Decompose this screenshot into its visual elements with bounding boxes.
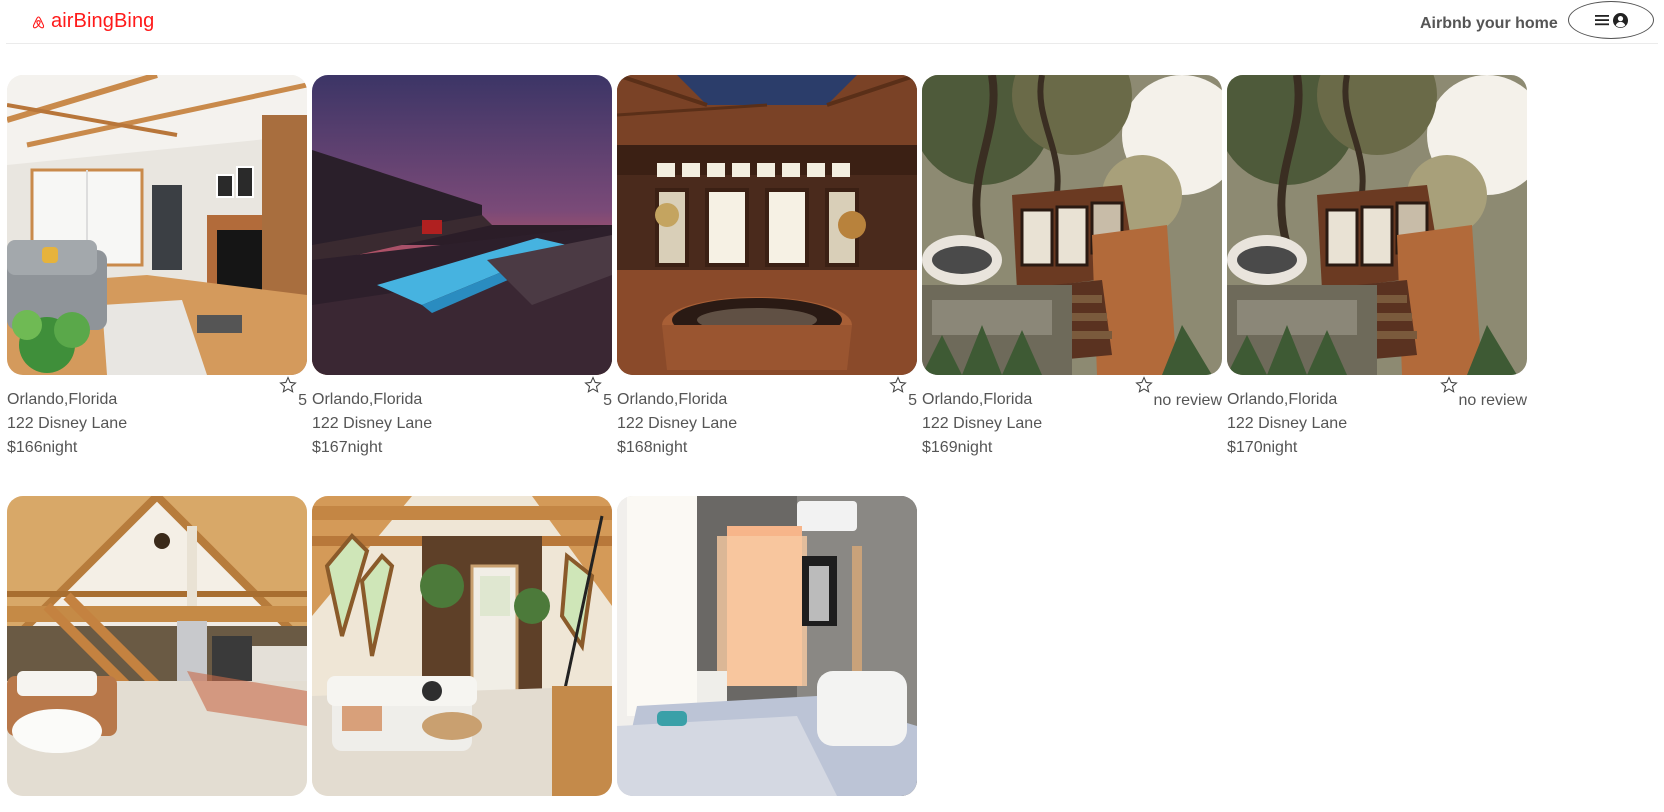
logo[interactable]: airBingBing bbox=[32, 10, 154, 33]
listing-photo-cabin[interactable] bbox=[1227, 75, 1527, 375]
listings-grid: 5 Orlando,Florida 122 Disney Lane $166ni… bbox=[7, 75, 1527, 796]
listing-info: 5 Orlando,Florida 122 Disney Lane $168ni… bbox=[617, 375, 917, 456]
listing-rating: 5 bbox=[279, 376, 307, 409]
listing-info: no review Orlando,Florida 122 Disney Lan… bbox=[1227, 375, 1527, 456]
listing-card[interactable] bbox=[312, 496, 612, 796]
listing-info: no review Orlando,Florida 122 Disney Lan… bbox=[922, 375, 1222, 456]
logo-text: airBingBing bbox=[51, 10, 155, 32]
listing-rating: 5 bbox=[889, 376, 917, 409]
listing-price: $167night bbox=[312, 439, 383, 456]
listing-photo-a-frame-loft[interactable] bbox=[7, 496, 307, 796]
listing-location: Orlando,Florida bbox=[312, 391, 423, 408]
top-header: airBingBing Airbnb your home bbox=[0, 0, 1664, 44]
listing-card[interactable]: no review Orlando,Florida 122 Disney Lan… bbox=[922, 75, 1222, 456]
listing-card[interactable]: 5 Orlando,Florida 122 Disney Lane $166ni… bbox=[7, 75, 307, 456]
listing-address: 122 Disney Lane bbox=[7, 415, 128, 432]
airbnb-logo-icon bbox=[32, 15, 45, 29]
listing-address: 122 Disney Lane bbox=[617, 415, 738, 432]
listing-rating: no review bbox=[1439, 376, 1527, 409]
listing-card[interactable] bbox=[7, 496, 307, 796]
listing-card[interactable] bbox=[617, 496, 917, 796]
listing-rating: no review bbox=[1134, 376, 1222, 409]
listing-price: $168night bbox=[617, 439, 688, 456]
rating-text: 5 bbox=[908, 392, 917, 409]
listing-photo-living-room[interactable] bbox=[7, 75, 307, 375]
star-icon bbox=[584, 376, 602, 394]
listing-rating: 5 bbox=[584, 376, 612, 409]
listing-price: $170night bbox=[1227, 439, 1298, 456]
listing-address: 122 Disney Lane bbox=[1227, 415, 1348, 432]
listing-photo-cabin[interactable] bbox=[922, 75, 1222, 375]
star-icon bbox=[279, 376, 297, 394]
listing-info: 5 Orlando,Florida 122 Disney Lane $167ni… bbox=[312, 375, 612, 456]
listing-location: Orlando,Florida bbox=[7, 391, 118, 408]
listing-photo-hot-tub[interactable] bbox=[617, 75, 917, 375]
star-icon bbox=[889, 376, 907, 394]
rating-text: no review bbox=[1458, 392, 1527, 409]
listing-info: 5 Orlando,Florida 122 Disney Lane $166ni… bbox=[7, 375, 307, 456]
listing-location: Orlando,Florida bbox=[617, 391, 728, 408]
listing-price: $166night bbox=[7, 439, 78, 456]
user-avatar-icon bbox=[1612, 12, 1628, 28]
rating-text: 5 bbox=[603, 392, 612, 409]
listing-photo-bedroom[interactable] bbox=[617, 496, 917, 796]
header-divider bbox=[6, 43, 1658, 44]
airbnb-your-home-link[interactable]: Airbnb your home bbox=[1420, 15, 1558, 33]
listing-card[interactable]: 5 Orlando,Florida 122 Disney Lane $168ni… bbox=[617, 75, 917, 456]
rating-text: 5 bbox=[298, 392, 307, 409]
rating-text: no review bbox=[1153, 392, 1222, 409]
listing-address: 122 Disney Lane bbox=[922, 415, 1043, 432]
listing-address: 122 Disney Lane bbox=[312, 415, 433, 432]
star-icon bbox=[1439, 376, 1458, 394]
hamburger-icon bbox=[1594, 14, 1611, 26]
listing-card[interactable]: no review Orlando,Florida 122 Disney Lan… bbox=[1227, 75, 1527, 456]
listing-price: $169night bbox=[922, 439, 993, 456]
star-icon bbox=[1134, 376, 1153, 394]
listing-photo-pool[interactable] bbox=[312, 75, 612, 375]
user-menu-button[interactable] bbox=[1568, 1, 1654, 39]
listing-card[interactable]: 5 Orlando,Florida 122 Disney Lane $167ni… bbox=[312, 75, 612, 456]
listing-photo-a-frame-living-room[interactable] bbox=[312, 496, 612, 796]
